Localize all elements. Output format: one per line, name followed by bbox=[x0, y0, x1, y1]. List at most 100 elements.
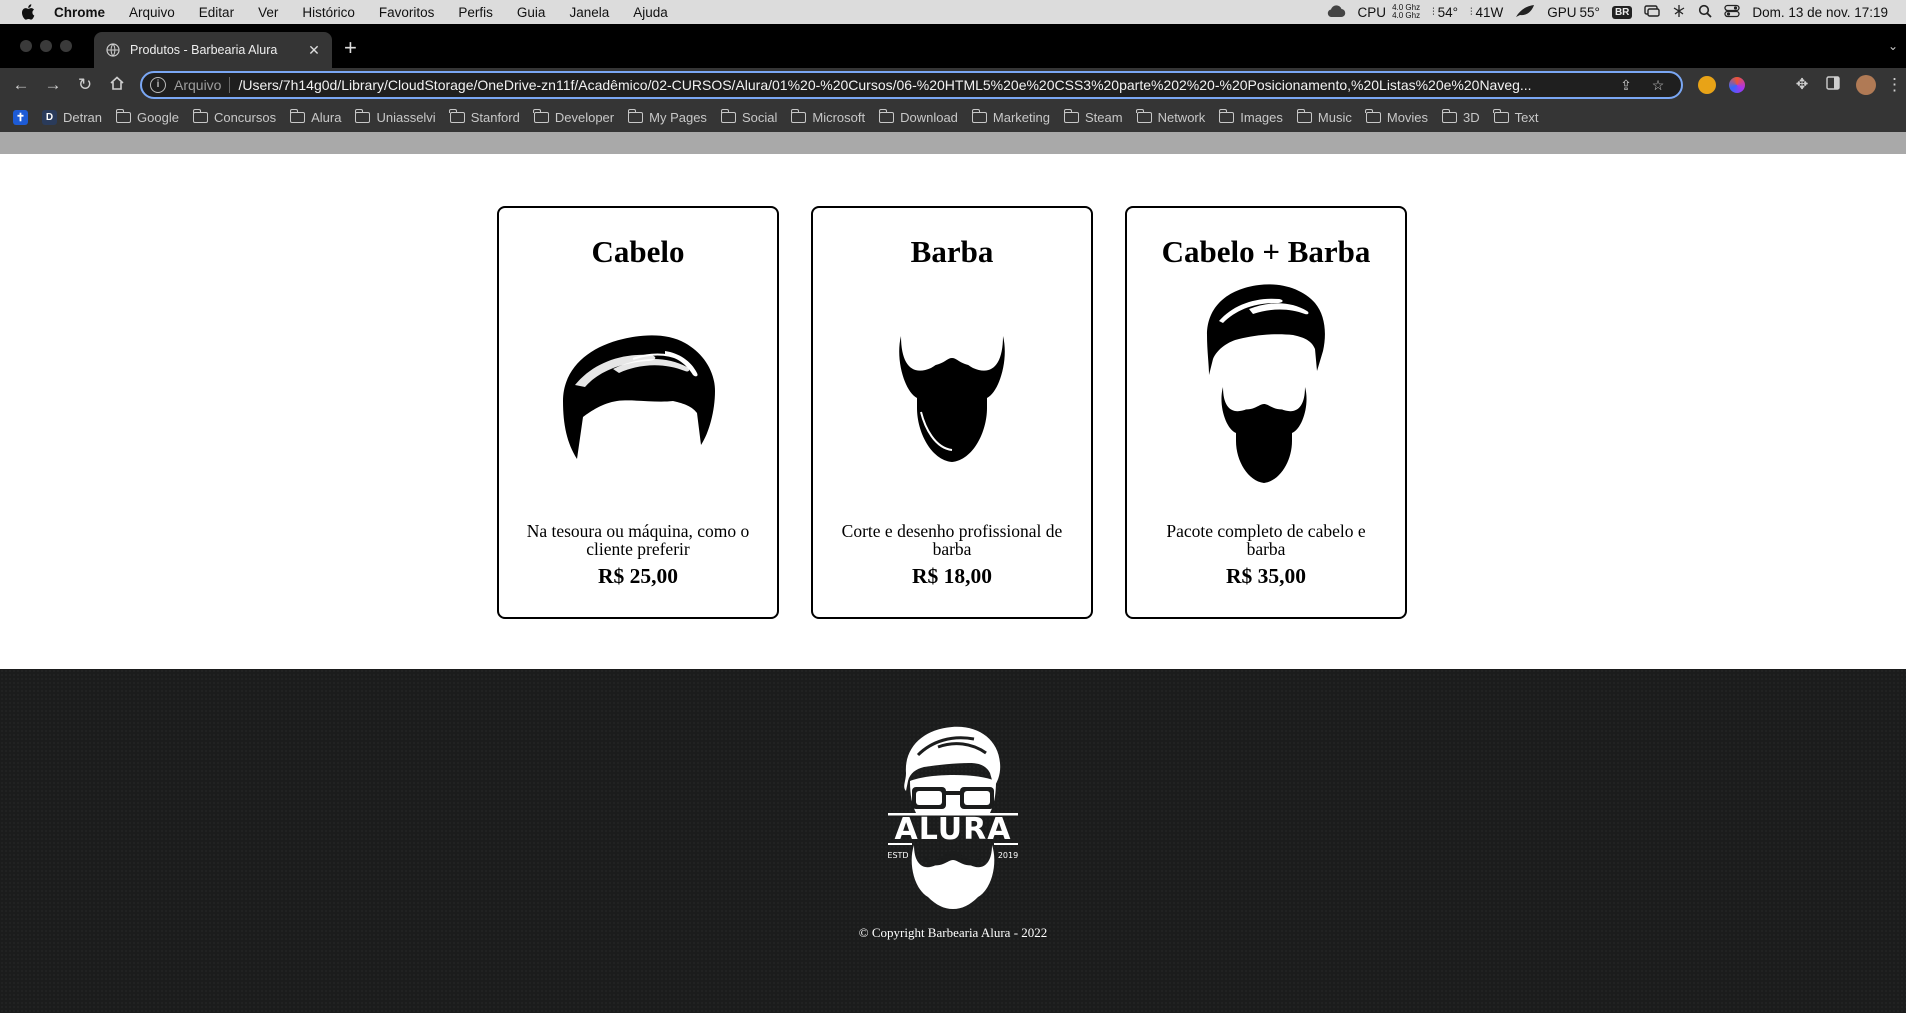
tab-close-icon[interactable]: ✕ bbox=[306, 42, 322, 58]
forward-arrow-icon[interactable]: → bbox=[43, 75, 63, 95]
bookmark-folder-network[interactable]: Network bbox=[1136, 108, 1206, 125]
chrome-menu-icon[interactable]: ⋮ bbox=[1886, 75, 1903, 95]
bookmark-folder-google[interactable]: Google bbox=[115, 108, 179, 125]
bookmark-label: Marketing bbox=[992, 109, 1050, 125]
product-card-barba: Barba Corte e desenho profissional de ba… bbox=[811, 206, 1093, 619]
bookmark-folder-social[interactable]: Social bbox=[720, 108, 778, 125]
gpu-monitor[interactable]: GPU 55° bbox=[1547, 5, 1600, 20]
bookmark-label: My Pages bbox=[649, 109, 707, 125]
side-panel-icon[interactable] bbox=[1823, 75, 1843, 95]
power-monitor[interactable]: ⫶ 41W bbox=[1470, 5, 1503, 20]
bookmark-label: Network bbox=[1157, 109, 1206, 125]
bookmark-folder-marketing[interactable]: Marketing bbox=[971, 108, 1050, 125]
bookmark-pinned-icon: ✝ bbox=[13, 109, 28, 125]
browser-tab-active[interactable]: Produtos - Barbearia Alura ✕ bbox=[94, 32, 332, 68]
gpu-temp-value: 55° bbox=[1579, 4, 1600, 20]
product-description: Corte e desenho profissional de barba bbox=[841, 521, 1063, 559]
menu-ver[interactable]: Ver bbox=[258, 5, 278, 20]
bookmark-label: Text bbox=[1514, 109, 1539, 125]
leaf-icon[interactable] bbox=[1515, 4, 1535, 21]
folder-icon bbox=[1296, 108, 1312, 123]
bookmarks-bar: ✝ D Detran Google Concursos Alura Uniass… bbox=[0, 102, 1906, 132]
cpu-frequency: 4.0 Ghz 4.0 Ghz bbox=[1392, 4, 1420, 20]
control-center-icon[interactable] bbox=[1724, 4, 1741, 21]
bookmark-folder-uniasselvi[interactable]: Uniasselvi bbox=[355, 108, 436, 125]
bookmark-label: Microsoft bbox=[812, 109, 866, 125]
cpu-temperature[interactable]: ⫶ 54° bbox=[1432, 5, 1458, 20]
site-footer: ALURA ESTD 2019 © Copyright Barbearia Al… bbox=[0, 669, 1906, 1013]
folder-icon bbox=[1136, 108, 1152, 123]
bookmark-folder-concursos[interactable]: Concursos bbox=[192, 108, 277, 125]
bookmark-label: Movies bbox=[1386, 109, 1429, 125]
bookmark-label: Music bbox=[1317, 109, 1352, 125]
bookmark-folder-stanford[interactable]: Stanford bbox=[449, 108, 520, 125]
menu-arquivo[interactable]: Arquivo bbox=[129, 5, 175, 20]
bookmark-folder-music[interactable]: Music bbox=[1296, 108, 1352, 125]
cpu-monitor[interactable]: CPU 4.0 Ghz 4.0 Ghz bbox=[1358, 4, 1421, 20]
bookmark-label: Detran bbox=[63, 109, 103, 125]
bookmark-folder-images[interactable]: Images bbox=[1218, 108, 1283, 125]
bookmark-star-icon[interactable]: ☆ bbox=[1649, 77, 1667, 94]
menu-ajuda[interactable]: Ajuda bbox=[633, 5, 668, 20]
bookmark-label: Concursos bbox=[213, 109, 277, 125]
bookmark-detran[interactable]: D Detran bbox=[42, 109, 103, 125]
bookmark-folder-steam[interactable]: Steam bbox=[1063, 108, 1123, 125]
bookmark-folder-text[interactable]: Text bbox=[1493, 108, 1539, 125]
bookmark-label: Alura bbox=[311, 109, 342, 125]
bookmark-folder-developer[interactable]: Developer bbox=[533, 108, 615, 125]
bookmark-label: Developer bbox=[554, 109, 615, 125]
bookmark-folder-movies[interactable]: Movies bbox=[1365, 108, 1429, 125]
cloud-icon[interactable] bbox=[1326, 4, 1346, 21]
home-icon[interactable] bbox=[107, 75, 127, 95]
address-bar[interactable]: i Arquivo /Users/7h14g0d/Library/CloudSt… bbox=[140, 71, 1683, 99]
bookmark-folder-my-pages[interactable]: My Pages bbox=[627, 108, 707, 125]
bookmark-label: Uniasselvi bbox=[376, 109, 436, 125]
screen-mirroring-icon[interactable] bbox=[1644, 4, 1661, 20]
share-icon[interactable]: ⇪ bbox=[1617, 77, 1635, 94]
profile-avatar[interactable] bbox=[1856, 75, 1876, 95]
menu-editar[interactable]: Editar bbox=[199, 5, 234, 20]
menu-guia[interactable]: Guia bbox=[517, 5, 546, 20]
folder-icon bbox=[1063, 108, 1079, 123]
apple-logo-icon[interactable] bbox=[20, 4, 36, 20]
input-source-badge[interactable]: BR bbox=[1611, 5, 1633, 19]
menu-perfis[interactable]: Perfis bbox=[458, 5, 493, 20]
folder-icon bbox=[720, 108, 736, 123]
reload-icon[interactable]: ↻ bbox=[75, 75, 95, 95]
folder-icon bbox=[790, 108, 807, 123]
folder-icon bbox=[192, 108, 208, 123]
extension-yellow-icon[interactable] bbox=[1698, 76, 1716, 94]
new-tab-button[interactable]: + bbox=[344, 37, 357, 59]
bookmark-label: 3D bbox=[1463, 109, 1480, 125]
bookmark-folder-download[interactable]: Download bbox=[878, 108, 958, 125]
menu-favoritos[interactable]: Favoritos bbox=[379, 5, 435, 20]
menu-janela[interactable]: Janela bbox=[569, 5, 609, 20]
folder-icon bbox=[289, 108, 306, 123]
product-title: Cabelo bbox=[591, 234, 685, 269]
menu-historico[interactable]: Histórico bbox=[302, 5, 355, 20]
extensions-puzzle-icon[interactable]: ✥ bbox=[1792, 75, 1812, 95]
bookmark-folder-microsoft[interactable]: Microsoft bbox=[790, 108, 866, 125]
site-info-icon[interactable]: i bbox=[150, 77, 166, 93]
bookmark-app-icon[interactable]: ✝ bbox=[13, 109, 34, 125]
window-zoom-button[interactable] bbox=[60, 40, 72, 52]
macos-menu-bar: Chrome Arquivo Editar Ver Histórico Favo… bbox=[0, 0, 1906, 24]
network-icon[interactable] bbox=[1672, 4, 1686, 21]
hair-icon bbox=[499, 284, 777, 504]
product-description: Na tesoura ou máquina, como o cliente pr… bbox=[526, 521, 750, 559]
bookmark-label: Google bbox=[137, 109, 179, 125]
window-close-button[interactable] bbox=[20, 40, 32, 52]
address-url[interactable]: /Users/7h14g0d/Library/CloudStorage/OneD… bbox=[238, 77, 1617, 93]
bookmark-folder-alura[interactable]: Alura bbox=[289, 108, 342, 125]
spotlight-search-icon[interactable] bbox=[1698, 4, 1713, 21]
back-arrow-icon[interactable]: ← bbox=[11, 75, 31, 95]
clock-datetime[interactable]: Dom. 13 de nov. 17:19 bbox=[1752, 5, 1888, 20]
bookmark-label: Social bbox=[741, 109, 778, 125]
beard-icon bbox=[813, 284, 1091, 504]
extension-color-ring-icon[interactable] bbox=[1729, 77, 1745, 93]
window-minimize-button[interactable] bbox=[40, 40, 52, 52]
product-card-cabelo-barba: Cabelo + Barba Pacote completo de cabelo… bbox=[1125, 206, 1407, 619]
menu-app-chrome[interactable]: Chrome bbox=[54, 5, 105, 20]
bookmark-folder-3d[interactable]: 3D bbox=[1441, 108, 1480, 125]
tab-search-chevron-icon[interactable]: ⌄ bbox=[1888, 39, 1898, 53]
